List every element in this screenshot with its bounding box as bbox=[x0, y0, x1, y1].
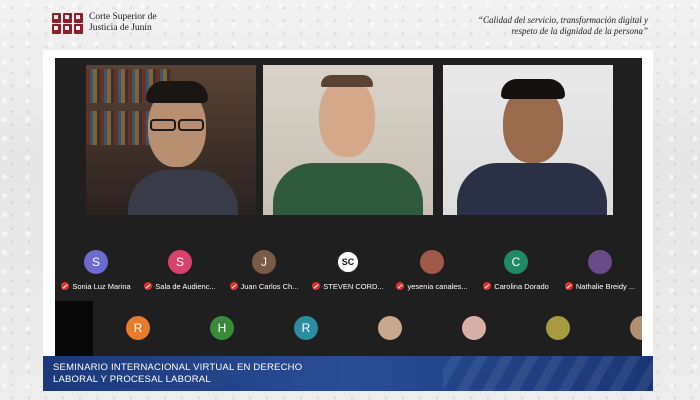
participant-item[interactable]: S Sonia Luz Marina bbox=[55, 250, 137, 292]
avatar-logo: SC bbox=[336, 250, 360, 274]
muted-mic-icon bbox=[483, 282, 492, 290]
muted-mic-icon bbox=[312, 282, 321, 290]
avatar-photo bbox=[462, 316, 486, 340]
participant-strip-row2: R H R bbox=[55, 316, 642, 356]
video-tile-speaker-1[interactable] bbox=[86, 65, 256, 215]
banner-line1: SEMINARIO INTERNACIONAL VIRTUAL EN DEREC… bbox=[53, 362, 303, 373]
org-name-line1: Corte Superior de bbox=[89, 12, 157, 22]
avatar-photo bbox=[546, 316, 570, 340]
participant-video-person bbox=[86, 65, 256, 215]
avatar: S bbox=[84, 250, 108, 274]
avatar: J bbox=[252, 250, 276, 274]
court-logo: Corte Superior de Justicia de Junín bbox=[52, 12, 157, 34]
avatar-photo bbox=[378, 316, 402, 340]
screen-frame: S Sonia Luz Marina S Sala de Audienc... … bbox=[43, 50, 653, 356]
header: Corte Superior de Justicia de Junín “Cal… bbox=[0, 0, 700, 50]
video-tile-speaker-3[interactable] bbox=[443, 65, 613, 215]
avatar-photo bbox=[630, 316, 642, 340]
org-name-line2: Justicia de Junín bbox=[89, 23, 152, 33]
event-title-banner: SEMINARIO INTERNACIONAL VIRTUAL EN DEREC… bbox=[43, 356, 653, 391]
avatar: R bbox=[126, 316, 150, 340]
avatar-photo bbox=[588, 250, 612, 274]
video-tile-speaker-2[interactable] bbox=[263, 65, 433, 215]
participant-item[interactable]: J Juan Carlos Ch... bbox=[223, 250, 305, 292]
participant-name: Sonia Luz Marina bbox=[72, 281, 131, 291]
participant-item[interactable]: H bbox=[181, 316, 263, 340]
participant-item[interactable] bbox=[601, 316, 642, 340]
muted-mic-icon bbox=[144, 282, 153, 290]
participant-video-person bbox=[263, 65, 433, 215]
avatar: C bbox=[504, 250, 528, 274]
participant-item[interactable]: SC STEVEN CORD... bbox=[307, 250, 389, 292]
participant-name: Carolina Dorado bbox=[494, 281, 549, 291]
motto: “Calidad del servicio, transformación di… bbox=[398, 15, 648, 37]
avatar: S bbox=[168, 250, 192, 274]
participant-name: yesenia canales... bbox=[407, 281, 468, 291]
muted-mic-icon bbox=[396, 282, 405, 290]
motto-line2: respeto de la dignidad de la persona” bbox=[511, 26, 648, 36]
participant-item[interactable]: R bbox=[97, 316, 179, 340]
avatar: R bbox=[294, 316, 318, 340]
avatar-photo bbox=[420, 250, 444, 274]
participant-item[interactable] bbox=[349, 316, 431, 340]
participant-item[interactable] bbox=[433, 316, 515, 340]
avatar: H bbox=[210, 316, 234, 340]
participant-item[interactable]: yesenia canales... bbox=[391, 250, 473, 292]
muted-mic-icon bbox=[229, 282, 238, 290]
participant-item[interactable] bbox=[517, 316, 599, 340]
participant-item[interactable]: Nathalie Breidy ... bbox=[559, 250, 641, 292]
participant-name: Sala de Audienc... bbox=[155, 281, 216, 291]
video-call-window: S Sonia Luz Marina S Sala de Audienc... … bbox=[55, 58, 642, 356]
banner-line2: LABORAL Y PROCESAL LABORAL bbox=[53, 374, 211, 385]
participant-video-person bbox=[443, 65, 613, 215]
muted-mic-icon bbox=[564, 282, 573, 290]
participant-item[interactable]: R bbox=[265, 316, 347, 340]
muted-mic-icon bbox=[61, 282, 70, 290]
participant-name: STEVEN CORD... bbox=[323, 281, 384, 291]
motto-line1: “Calidad del servicio, transformación di… bbox=[478, 15, 648, 25]
court-emblem-icon bbox=[52, 12, 83, 34]
participant-item[interactable]: C Carolina Dorado bbox=[475, 250, 557, 292]
participant-item[interactable]: S Sala de Audienc... bbox=[139, 250, 221, 292]
participant-strip: S Sonia Luz Marina S Sala de Audienc... … bbox=[55, 250, 642, 296]
participant-name: Nathalie Breidy ... bbox=[575, 281, 636, 291]
participant-name: Juan Carlos Ch... bbox=[240, 281, 299, 291]
